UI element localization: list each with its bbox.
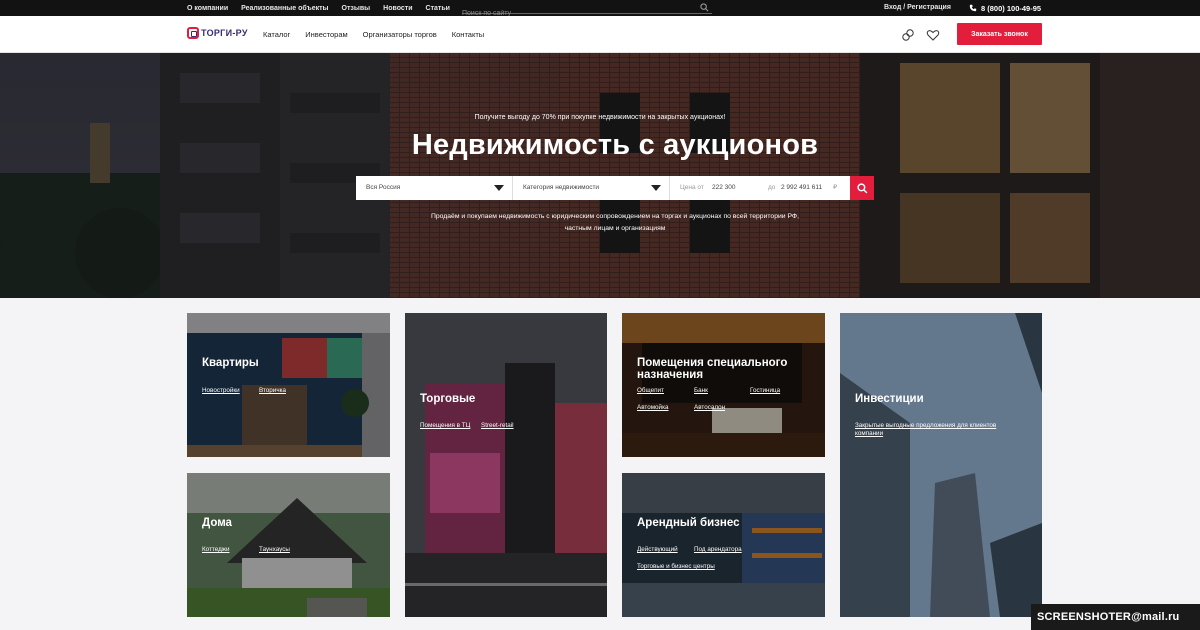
phone-text: 8 (800) 100-49-95 bbox=[981, 3, 1042, 13]
compare-icon[interactable] bbox=[901, 28, 915, 42]
top-link-articles[interactable]: Статьи bbox=[426, 5, 450, 12]
category-value: Категория недвижимости bbox=[523, 184, 600, 191]
card-overlay bbox=[187, 313, 390, 457]
link-new-buildings[interactable]: Новостройки bbox=[202, 387, 240, 394]
main-nav: Каталог Инвесторам Организаторы торгов К… bbox=[263, 16, 499, 53]
card-overlay bbox=[622, 313, 825, 457]
price-range[interactable]: Цена от 222 300 до 2 992 491 611 ₽ bbox=[670, 176, 850, 200]
category-card-retail[interactable]: Торговые Помещения в ТЦ Street-retail bbox=[405, 313, 607, 617]
price-from-input[interactable]: 222 300 bbox=[712, 176, 736, 200]
link-bank[interactable]: Банк bbox=[694, 387, 708, 394]
request-call-button[interactable]: Заказать звонок bbox=[957, 23, 1042, 45]
search-icon[interactable] bbox=[700, 3, 709, 12]
nav-organizers[interactable]: Организаторы торгов bbox=[363, 30, 437, 39]
link-hotel[interactable]: Гостиница bbox=[750, 387, 780, 394]
link-car-wash[interactable]: Автомойка bbox=[637, 404, 668, 411]
card-title-investments: Инвестиции bbox=[855, 393, 924, 405]
link-mall-premises[interactable]: Помещения в ТЦ bbox=[420, 422, 470, 429]
category-card-rental[interactable]: Арендный бизнес Действующий Под арендато… bbox=[622, 473, 825, 617]
card-title-houses: Дома bbox=[202, 517, 232, 529]
link-street-retail[interactable]: Street-retail bbox=[481, 422, 514, 429]
price-from-label: Цена от bbox=[680, 184, 704, 191]
property-search-bar: Вся Россия Категория недвижимости Цена о… bbox=[356, 176, 874, 200]
top-link-projects[interactable]: Реализованные объекты bbox=[241, 5, 328, 12]
nav-catalog[interactable]: Каталог bbox=[263, 30, 290, 39]
region-value: Вся Россия bbox=[366, 184, 401, 191]
phone-number[interactable]: 8 (800) 100-49-95 bbox=[969, 0, 1041, 16]
top-link-news[interactable]: Новости bbox=[383, 5, 412, 12]
link-closed-offers[interactable]: Закрытые выгодные предложения для клиент… bbox=[855, 422, 1025, 438]
screenshoter-watermark: SCREENSHOTER@mail.ru bbox=[1031, 604, 1200, 630]
card-overlay bbox=[840, 313, 1042, 617]
link-townhouses[interactable]: Таунхаусы bbox=[259, 546, 290, 553]
logo-mark bbox=[187, 27, 199, 39]
card-overlay bbox=[405, 313, 607, 617]
card-title-apartments: Квартиры bbox=[202, 357, 259, 369]
region-select[interactable]: Вся Россия bbox=[356, 176, 513, 200]
hero-description-line-2: частным лицам и организациям bbox=[564, 225, 666, 232]
card-title-special: Помещения специального назначения bbox=[637, 357, 787, 381]
card-overlay bbox=[622, 473, 825, 617]
category-card-special[interactable]: Помещения специального назначения Общепи… bbox=[622, 313, 825, 457]
hero-promo: Получите выгоду до 70% при покупке недви… bbox=[474, 114, 726, 121]
card-title-retail: Торговые bbox=[420, 393, 476, 405]
link-business-centers[interactable]: Торговые и бизнес центры bbox=[637, 563, 715, 570]
nav-contacts[interactable]: Контакты bbox=[452, 30, 484, 39]
site-search bbox=[462, 2, 712, 19]
logo[interactable]: ТОРГИ-РУ bbox=[187, 27, 248, 39]
card-title-special-line-1: Помещения специального bbox=[637, 357, 788, 369]
hero-search-button[interactable] bbox=[850, 176, 874, 200]
category-card-apartments[interactable]: Квартиры Новостройки Вторичка bbox=[187, 313, 390, 457]
price-to-input[interactable]: 2 992 491 611 bbox=[781, 176, 822, 200]
price-to-label: до bbox=[768, 184, 776, 191]
link-operating[interactable]: Действующий bbox=[637, 546, 678, 553]
logo-text: ТОРГИ-РУ bbox=[201, 28, 248, 38]
link-catering[interactable]: Общепит bbox=[637, 387, 664, 394]
link-resale[interactable]: Вторичка bbox=[259, 387, 286, 394]
card-title-special-line-2: назначения bbox=[637, 369, 704, 381]
category-card-houses[interactable]: Дома Коттеджи Таунхаусы bbox=[187, 473, 390, 617]
main-header: ТОРГИ-РУ Каталог Инвесторам Организаторы… bbox=[0, 16, 1200, 53]
card-title-rental: Арендный бизнес bbox=[637, 517, 740, 529]
hero-description: Продаём и покупаем недвижимость с юридич… bbox=[0, 211, 1200, 235]
hero-banner: Получите выгоду до 70% при покупке недви… bbox=[0, 53, 1200, 298]
top-link-about[interactable]: О компании bbox=[187, 5, 228, 12]
hero-description-line-1: Продаём и покупаем недвижимость с юридич… bbox=[431, 213, 799, 220]
nav-investors[interactable]: Инвесторам bbox=[305, 30, 347, 39]
link-cottages[interactable]: Коттеджи bbox=[202, 546, 230, 553]
top-bar: О компании Реализованные объекты Отзывы … bbox=[0, 0, 1200, 19]
currency-label: ₽ bbox=[833, 184, 838, 191]
link-for-tenant[interactable]: Под арендатора bbox=[694, 546, 742, 553]
top-link-reviews[interactable]: Отзывы bbox=[342, 5, 371, 12]
dropdown-arrow-icon bbox=[494, 185, 504, 191]
link-car-dealer[interactable]: Автосалон bbox=[694, 404, 725, 411]
card-overlay bbox=[187, 473, 390, 617]
top-links: О компании Реализованные объекты Отзывы … bbox=[187, 0, 463, 16]
hero-title: Недвижимость с аукционов bbox=[411, 129, 819, 161]
dropdown-arrow-icon bbox=[651, 185, 661, 191]
phone-icon bbox=[969, 4, 977, 12]
heart-icon[interactable] bbox=[926, 28, 940, 42]
category-card-investments[interactable]: Инвестиции Закрытые выгодные предложения… bbox=[840, 313, 1042, 617]
login-link[interactable]: Вход / Регистрация bbox=[884, 0, 951, 16]
search-icon bbox=[856, 182, 867, 193]
category-select[interactable]: Категория недвижимости bbox=[513, 176, 670, 200]
